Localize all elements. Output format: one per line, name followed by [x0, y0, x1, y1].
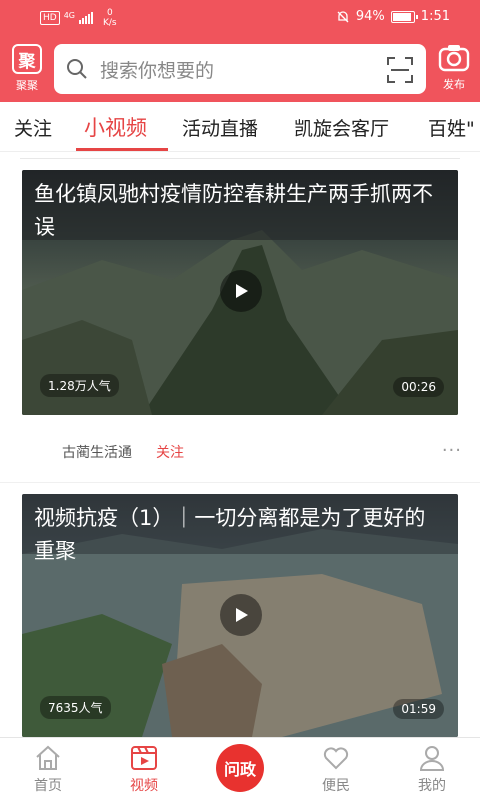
status-bar: HD 4G 0 K/s 94% 1:51: [0, 0, 480, 36]
video-icon: [131, 746, 157, 770]
wenzheng-button[interactable]: 问政: [216, 744, 264, 792]
video-title: 视频抗疫（1）｜一切分离都是为了更好的重聚: [34, 506, 426, 563]
tab-baixing[interactable]: 百姓": [428, 114, 475, 141]
category-tabs: 关注 小视频 活动直播 凯旋会客厅 百姓": [0, 102, 480, 152]
publish-label: 发布: [443, 78, 465, 91]
tab-active-indicator: [76, 148, 168, 151]
nav-convenience-label: 便民: [322, 778, 350, 794]
play-icon: [236, 608, 248, 622]
video-feed[interactable]: 鱼化镇凤驰村疫情防控春耕生产两手抓两不误 1.28万人气 00:26 古蔺生活通…: [0, 152, 480, 737]
publish-button[interactable]: 发布: [436, 44, 472, 94]
battery-icon: [390, 10, 418, 23]
battery-percent: 94%: [355, 9, 385, 24]
network-speed: 0 K/s: [103, 8, 117, 28]
status-left: HD 4G 0 K/s: [40, 8, 117, 28]
speed-value: 0: [106, 8, 113, 18]
nav-home[interactable]: 首页: [18, 744, 78, 795]
logo[interactable]: 聚 聚聚: [10, 44, 44, 94]
nav-home-label: 首页: [34, 778, 62, 794]
wenzheng-icon: 问政: [223, 760, 256, 779]
video-card[interactable]: 鱼化镇凤驰村疫情防控春耕生产两手抓两不误 1.28万人气 00:26: [22, 170, 458, 415]
mute-icon: [337, 10, 349, 22]
heart-icon: [323, 747, 349, 770]
user-icon: [419, 746, 445, 771]
divider: [0, 482, 480, 483]
tab-kaixuan-lounge[interactable]: 凯旋会客厅: [294, 114, 389, 141]
video-card[interactable]: 视频抗疫（1）｜一切分离都是为了更好的重聚 7635人气 01:59: [22, 494, 458, 737]
speed-unit: K/s: [103, 18, 117, 28]
search-placeholder: 搜索你想要的: [100, 59, 215, 82]
signal-icon: [79, 12, 93, 24]
bottom-nav: 首页 视频 问政 便民 我的: [0, 737, 480, 800]
video-title: 鱼化镇凤驰村疫情防控春耕生产两手抓两不误: [34, 182, 433, 239]
nav-profile-label: 我的: [418, 778, 446, 794]
nav-video-label: 视频: [130, 778, 158, 794]
nav-profile[interactable]: 我的: [402, 744, 462, 795]
camera-icon: [438, 45, 470, 72]
tab-short-video[interactable]: 小视频: [84, 112, 147, 142]
play-icon: [236, 284, 248, 298]
status-right: 94% 1:51: [336, 9, 450, 24]
video-duration: 01:59: [393, 699, 444, 719]
scan-icon[interactable]: [386, 56, 414, 84]
author-name[interactable]: 古蔺生活通: [62, 442, 132, 462]
play-button[interactable]: [220, 594, 262, 636]
app-header: 聚 聚聚 搜索你想要的 发布: [0, 36, 480, 102]
logo-icon: 聚: [12, 44, 42, 74]
hd-badge: HD: [40, 11, 60, 25]
view-count: 7635人气: [40, 696, 111, 719]
follow-button[interactable]: 关注: [156, 442, 184, 462]
logo-label: 聚聚: [16, 79, 38, 92]
network-type: 4G: [63, 10, 75, 20]
clock: 1:51: [420, 9, 450, 24]
more-icon[interactable]: ···: [442, 440, 462, 461]
tab-follow[interactable]: 关注: [14, 114, 52, 141]
nav-video[interactable]: 视频: [114, 744, 174, 795]
view-count: 1.28万人气: [40, 374, 119, 397]
home-icon: [36, 745, 60, 770]
play-button[interactable]: [220, 270, 262, 312]
search-input[interactable]: 搜索你想要的: [54, 44, 426, 94]
tab-live[interactable]: 活动直播: [182, 114, 258, 141]
video-meta: 古蔺生活通 关注 ···: [0, 436, 480, 466]
video-duration: 00:26: [393, 377, 444, 397]
search-icon: [67, 59, 87, 79]
nav-convenience[interactable]: 便民: [306, 744, 366, 795]
divider: [20, 158, 460, 159]
